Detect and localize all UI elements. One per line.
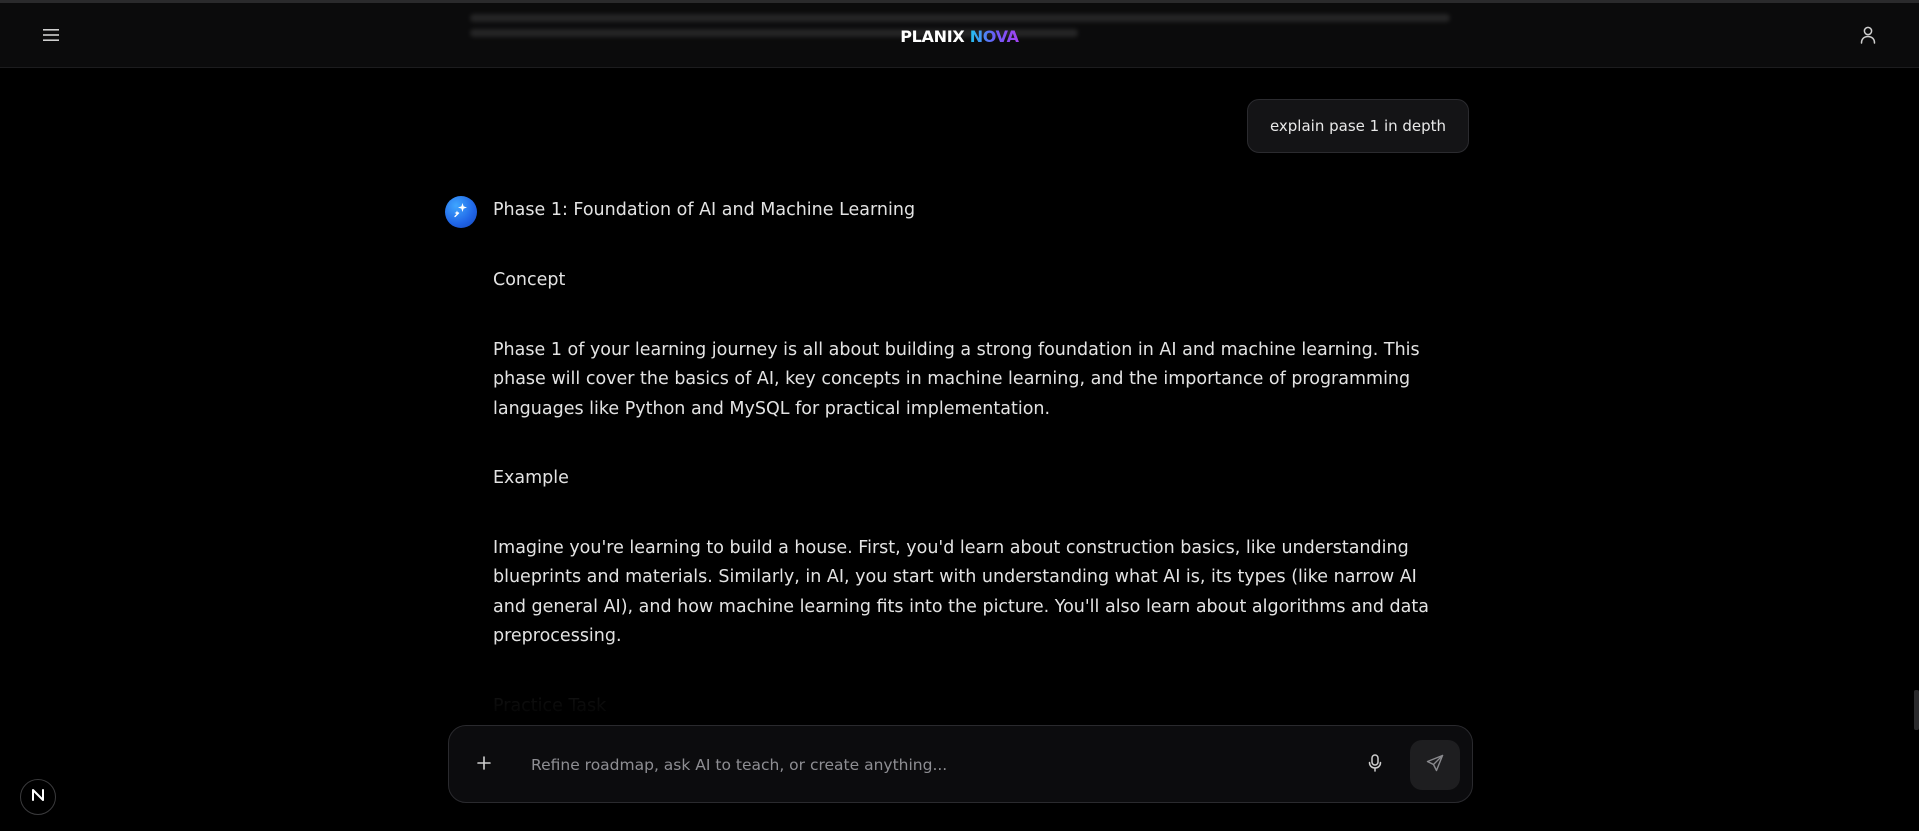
scrollbar-thumb[interactable] [1914, 690, 1919, 730]
brand-name-primary: PLANIX [900, 27, 970, 46]
user-icon [1860, 26, 1876, 48]
send-icon [1426, 754, 1444, 776]
user-message-text: explain pase 1 in depth [1269, 117, 1447, 135]
brand-name-accent: NOVA [969, 27, 1019, 46]
brand-logo: PLANIX NOVA [0, 27, 1919, 46]
add-attachment-button[interactable] [471, 752, 497, 778]
microphone-icon [1368, 754, 1382, 776]
menu-button[interactable] [38, 25, 64, 47]
dev-tools-badge[interactable] [20, 779, 56, 815]
plus-icon [476, 755, 492, 775]
user-message-bubble: explain pase 1 in depth [1247, 99, 1469, 153]
example-title: Example [493, 468, 569, 488]
example-body: Imagine you're learning to build a house… [493, 537, 1429, 647]
hamburger-menu-icon [43, 27, 59, 46]
voice-input-button[interactable] [1362, 752, 1388, 778]
concept-body: Phase 1 of your learning journey is all … [493, 339, 1420, 419]
top-header: PLANIX NOVA [0, 0, 1919, 68]
practice-task-title: Practice Task [493, 695, 607, 716]
user-profile-button[interactable] [1856, 25, 1880, 49]
send-button[interactable] [1410, 740, 1460, 790]
assistant-response: Phase 1: Foundation of AI and Machine Le… [493, 196, 1453, 721]
message-composer [448, 725, 1473, 803]
response-heading: Phase 1: Foundation of AI and Machine Le… [493, 200, 916, 220]
assistant-avatar [445, 196, 477, 228]
concept-title: Concept [493, 270, 566, 290]
message-input[interactable] [529, 746, 1299, 784]
n-logo-icon [30, 787, 46, 807]
sparkle-icon [452, 201, 470, 223]
scrolled-content-shadow [470, 7, 1450, 57]
